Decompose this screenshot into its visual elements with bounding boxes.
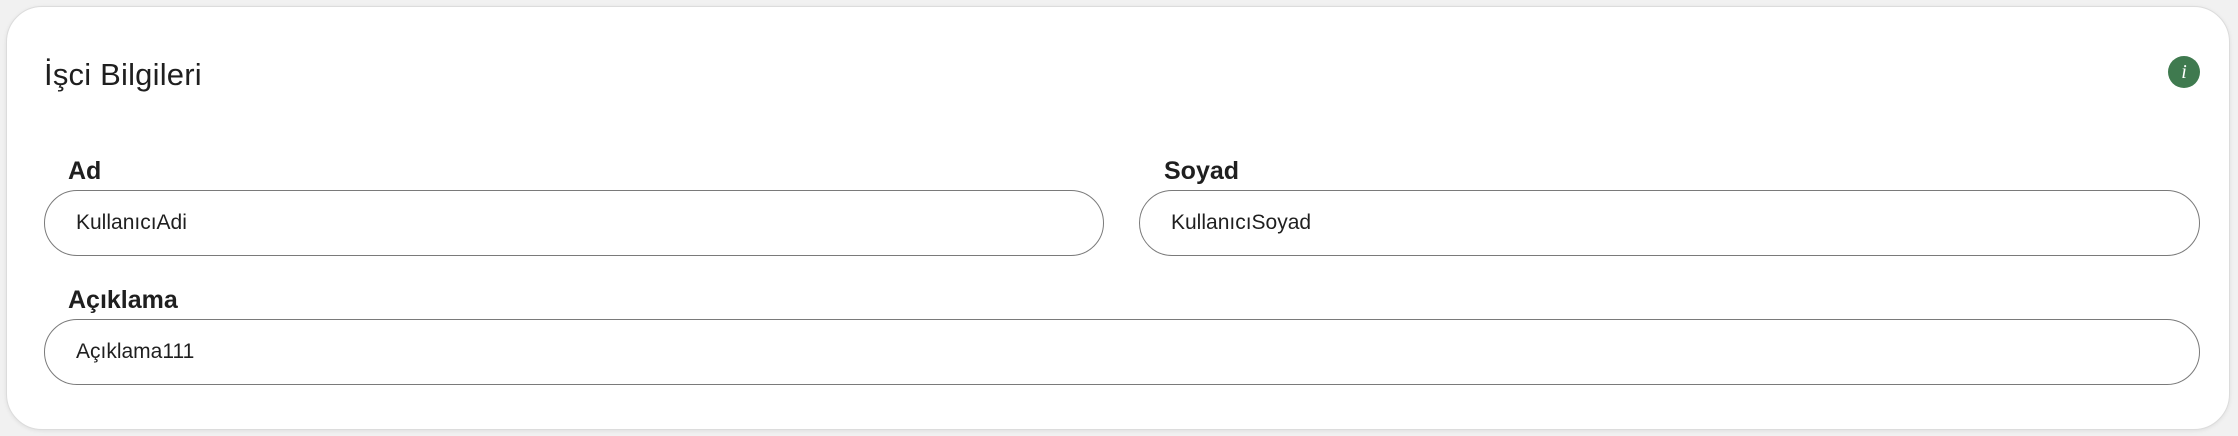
last-name-label: Soyad bbox=[1164, 157, 1240, 185]
last-name-input[interactable] bbox=[1139, 190, 2200, 256]
description-label: Açıklama bbox=[68, 286, 178, 314]
card-title: İşci Bilgileri bbox=[44, 57, 202, 92]
info-glyph: i bbox=[2181, 61, 2187, 83]
info-icon[interactable]: i bbox=[2168, 56, 2200, 88]
first-name-label: Ad bbox=[68, 157, 102, 185]
first-name-input[interactable] bbox=[44, 190, 1104, 256]
description-input[interactable] bbox=[44, 319, 2200, 385]
worker-info-card: İşci Bilgileri i Ad Soyad Açıklama bbox=[6, 6, 2230, 430]
